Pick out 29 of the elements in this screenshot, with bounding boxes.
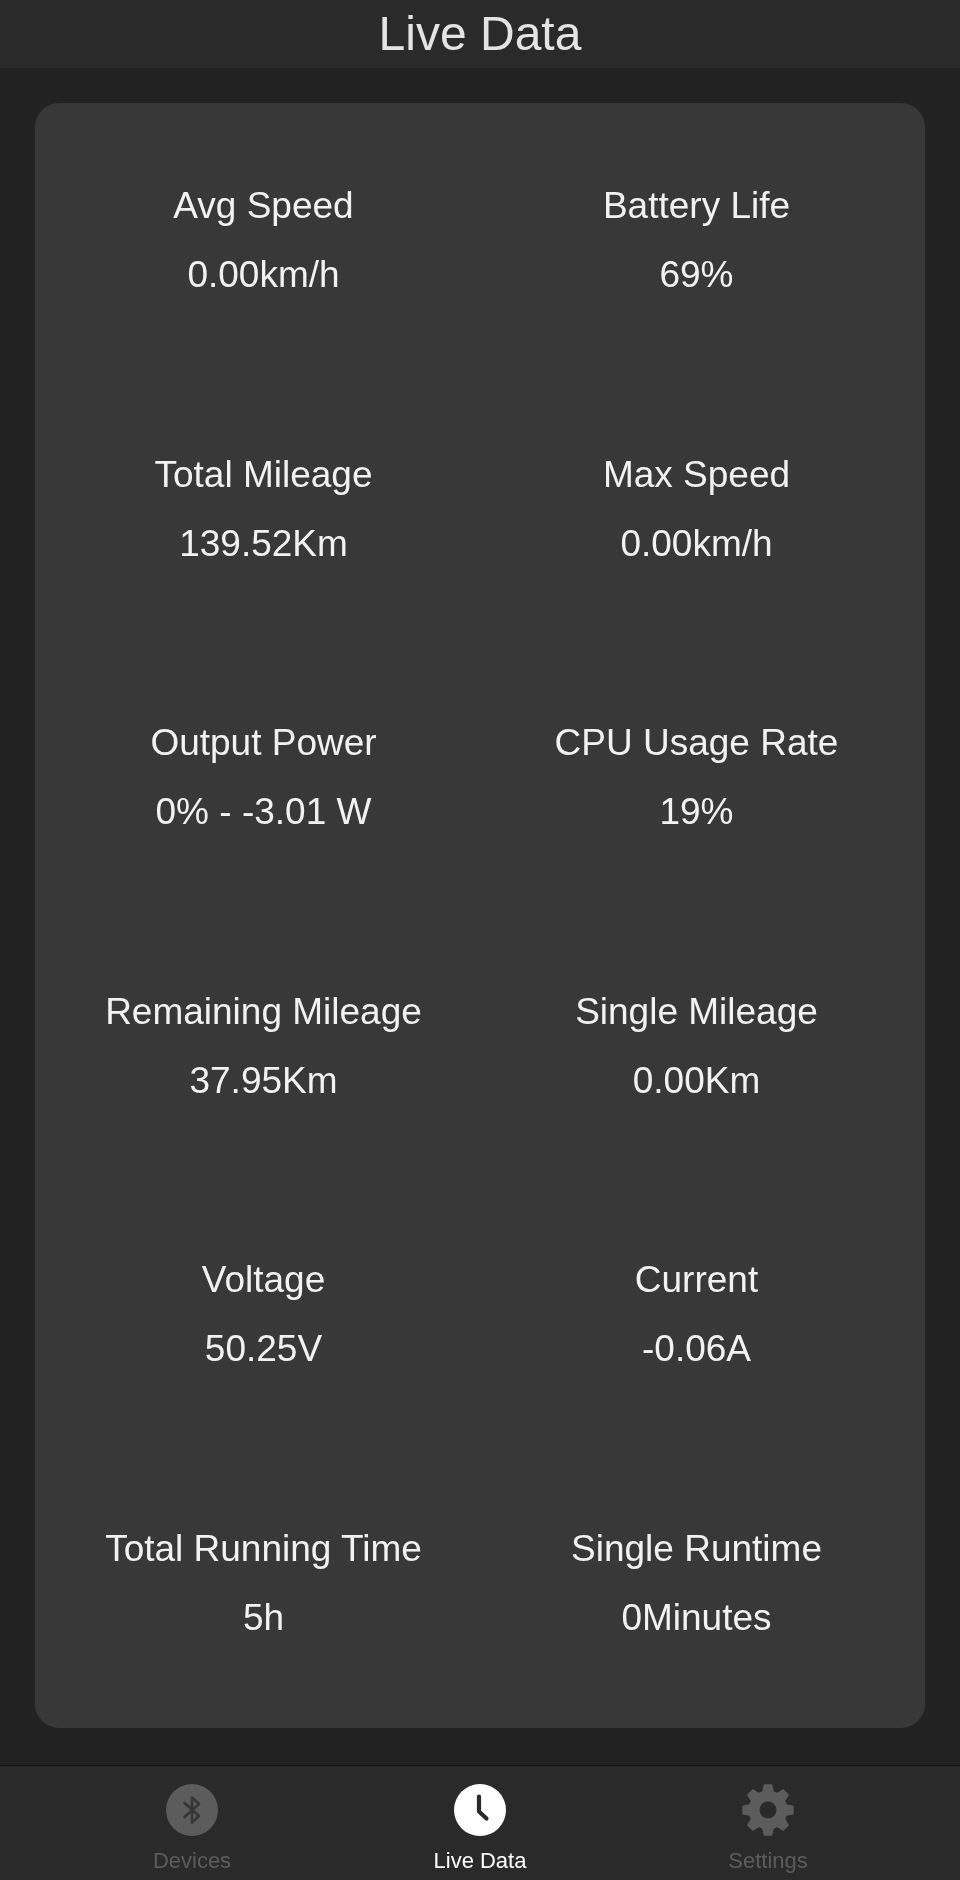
stat-label: CPU Usage Rate [554, 721, 839, 765]
stat-value: -0.06A [642, 1327, 751, 1371]
stat-label: Total Mileage [154, 452, 373, 497]
stat-value: 0Minutes [621, 1595, 772, 1640]
stat-label: Battery Life [602, 184, 791, 228]
stat-label: Avg Speed [173, 184, 354, 228]
stat-label: Total Running Time [105, 1526, 422, 1571]
stat-label: Output Power [150, 721, 377, 765]
page-title: Live Data [378, 6, 582, 62]
stat-label: Current [634, 1258, 759, 1302]
stat-value: 50.25V [204, 1327, 323, 1371]
bluetooth-icon [166, 1784, 218, 1836]
stat-value: 0% - -3.01 W [155, 790, 372, 834]
stat-label: Single Runtime [571, 1526, 822, 1571]
stat-value: 5h [242, 1595, 285, 1640]
stat-value: 69% [659, 253, 734, 297]
stat-value: 0.00Km [632, 1058, 761, 1103]
stat-value: 0.00km/h [187, 253, 340, 297]
stat-value: 0.00km/h [620, 521, 773, 566]
nav-tab[interactable]: Live Data [417, 1766, 543, 1880]
stat-label: Max Speed [602, 452, 791, 497]
stat-label: Single Mileage [575, 989, 818, 1034]
stat-label: Voltage [201, 1258, 326, 1302]
stat-value: 19% [659, 790, 734, 834]
stat-label: Remaining Mileage [105, 989, 422, 1034]
stat-value: 37.95Km [189, 1058, 338, 1103]
stat-value: 139.52Km [179, 521, 348, 566]
clock-icon [454, 1784, 506, 1836]
settings-icon [742, 1784, 794, 1836]
